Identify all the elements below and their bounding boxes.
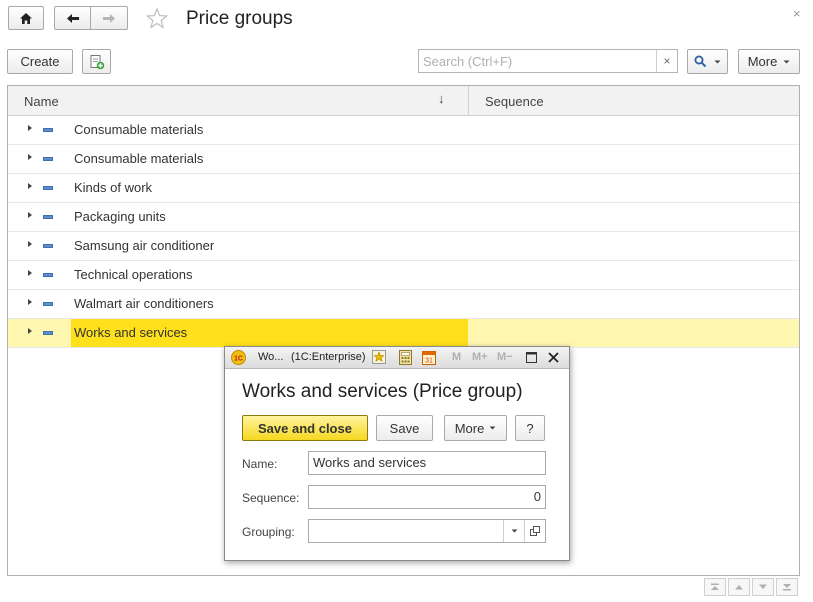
row-name: Packaging units xyxy=(74,209,166,224)
dropdown-icon xyxy=(511,529,517,533)
scroll-to-bottom-button[interactable] xyxy=(776,578,798,596)
price-group-dialog[interactable]: 1C Wo... (1C:Enterprise) 31 M M+ M− Work… xyxy=(224,346,570,561)
item-icon xyxy=(43,331,53,335)
row-name: Samsung air conditioner xyxy=(74,238,215,253)
grouping-dropdown-button[interactable] xyxy=(503,520,524,542)
table-row[interactable]: Technical operations xyxy=(8,261,799,290)
sequence-label: Sequence: xyxy=(242,491,300,505)
sequence-field[interactable]: 0 xyxy=(308,485,546,509)
dropdown-icon xyxy=(714,60,721,63)
dialog-caption: Wo... xyxy=(258,351,284,363)
row-name: Kinds of work xyxy=(74,180,153,195)
add-copy-icon xyxy=(90,54,104,69)
column-header-sequence[interactable]: Sequence xyxy=(485,94,544,109)
expand-arrow-icon[interactable] xyxy=(28,241,32,247)
grouping-open-button[interactable] xyxy=(524,520,545,542)
help-button[interactable]: ? xyxy=(515,415,545,441)
search-button[interactable] xyxy=(687,49,728,74)
svg-text:31: 31 xyxy=(425,358,433,365)
item-icon xyxy=(43,215,53,219)
clear-search-button[interactable]: × xyxy=(656,50,677,72)
dialog-app-name: (1C:Enterprise) xyxy=(291,351,366,363)
item-icon xyxy=(43,273,53,277)
home-button[interactable] xyxy=(8,6,44,30)
dropdown-icon xyxy=(489,426,496,430)
expand-arrow-icon[interactable] xyxy=(28,125,32,131)
up-icon xyxy=(735,585,743,590)
page-title: Price groups xyxy=(186,8,293,29)
save-and-close-button[interactable]: Save and close xyxy=(242,415,368,441)
scroll-up-button[interactable] xyxy=(728,578,750,596)
back-arrow-icon xyxy=(66,13,79,23)
more-button[interactable]: More xyxy=(738,49,800,74)
memory-m-button[interactable]: M xyxy=(452,351,461,363)
table-row[interactable]: Consumable materials xyxy=(8,145,799,174)
add-copy-button[interactable] xyxy=(82,49,111,74)
last-icon xyxy=(783,584,791,591)
dropdown-icon xyxy=(783,60,790,63)
table-row-selected[interactable]: Works and services xyxy=(8,319,799,348)
1c-logo-icon: 1C xyxy=(231,350,246,365)
favorites-icon[interactable] xyxy=(372,350,386,364)
item-icon xyxy=(43,244,53,248)
expand-arrow-icon[interactable] xyxy=(28,270,32,276)
column-header-name[interactable]: Name xyxy=(24,94,59,109)
svg-text:1C: 1C xyxy=(234,356,243,363)
open-icon xyxy=(530,526,540,536)
row-name: Walmart air conditioners xyxy=(74,296,214,311)
down-icon xyxy=(759,584,767,589)
grouping-label: Grouping: xyxy=(242,525,295,539)
name-field[interactable]: Works and services xyxy=(308,451,546,475)
search-box[interactable]: × xyxy=(418,49,678,73)
row-name: Works and services xyxy=(71,319,468,347)
close-icon[interactable] xyxy=(548,352,559,363)
back-button[interactable] xyxy=(54,6,91,30)
memory-m-plus-button[interactable]: M+ xyxy=(472,351,488,363)
expand-arrow-icon[interactable] xyxy=(28,154,32,160)
calendar-icon[interactable]: 31 xyxy=(422,350,436,365)
expand-arrow-icon[interactable] xyxy=(28,212,32,218)
memory-m-minus-button[interactable]: M− xyxy=(497,351,513,363)
grouping-field[interactable] xyxy=(308,519,546,543)
home-icon xyxy=(20,12,32,24)
calculator-icon[interactable] xyxy=(399,350,412,365)
forward-button[interactable] xyxy=(90,6,128,30)
more-label: More xyxy=(747,54,778,69)
favorite-star-icon[interactable] xyxy=(145,7,169,32)
table-row[interactable]: Consumable materials xyxy=(8,116,799,145)
table-row[interactable]: Packaging units xyxy=(8,203,799,232)
scroll-to-top-button[interactable] xyxy=(704,578,726,596)
column-divider[interactable] xyxy=(468,86,469,116)
expand-arrow-icon[interactable] xyxy=(28,328,32,334)
close-icon[interactable]: × xyxy=(793,6,801,21)
maximize-icon[interactable] xyxy=(526,352,537,363)
item-icon xyxy=(43,128,53,132)
search-input[interactable] xyxy=(419,50,657,72)
table-header: Name ↓ Sequence xyxy=(8,86,799,116)
item-icon xyxy=(43,302,53,306)
sort-descending-icon: ↓ xyxy=(438,91,445,106)
dialog-more-button[interactable]: More xyxy=(444,415,507,441)
expand-arrow-icon[interactable] xyxy=(28,299,32,305)
row-name: Technical operations xyxy=(74,267,193,282)
table-row[interactable]: Samsung air conditioner xyxy=(8,232,799,261)
table-row[interactable]: Kinds of work xyxy=(8,174,799,203)
scroll-down-button[interactable] xyxy=(752,578,774,596)
expand-arrow-icon[interactable] xyxy=(28,183,32,189)
first-icon xyxy=(711,583,719,590)
row-name: Consumable materials xyxy=(74,151,204,166)
save-button[interactable]: Save xyxy=(376,415,433,441)
dialog-titlebar[interactable]: 1C Wo... (1C:Enterprise) 31 M M+ M− xyxy=(225,347,569,369)
item-icon xyxy=(43,186,53,190)
table-row[interactable]: Walmart air conditioners xyxy=(8,290,799,319)
create-button[interactable]: Create xyxy=(7,49,73,74)
dialog-heading: Works and services (Price group) xyxy=(242,381,523,402)
dialog-more-label: More xyxy=(454,420,485,436)
name-label: Name: xyxy=(242,457,278,471)
item-icon xyxy=(43,157,53,161)
forward-arrow-icon xyxy=(103,13,115,23)
row-name: Consumable materials xyxy=(74,122,204,137)
search-icon xyxy=(694,55,707,68)
